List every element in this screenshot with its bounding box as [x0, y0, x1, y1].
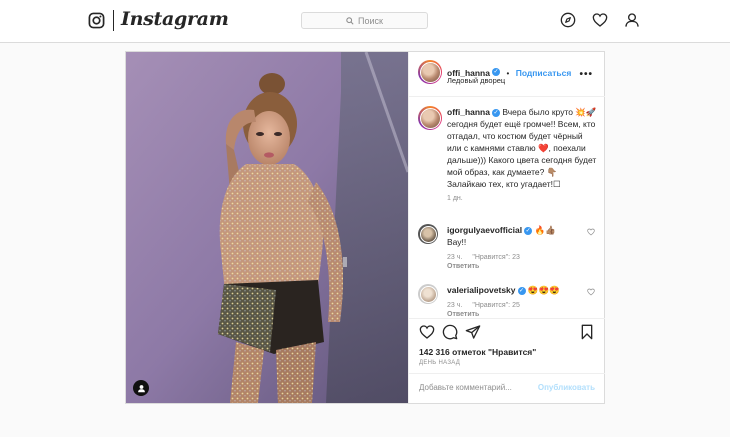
comment-time: 23 ч. — [447, 302, 463, 309]
reply-button[interactable]: Ответить — [447, 263, 587, 270]
comment-text: 🔥👍🏽 — [534, 225, 556, 235]
user-tag-icon[interactable] — [133, 380, 149, 396]
share-paper-plane-icon[interactable] — [465, 324, 481, 340]
post-location[interactable]: Ледовый дворец — [447, 76, 505, 85]
caption-username[interactable]: offi_hanna — [447, 107, 490, 117]
post-sidebar: offi_hanna ✓ • Подписаться Ледовый дворец… — [408, 52, 605, 403]
explore-compass-icon[interactable] — [560, 12, 576, 28]
post-date: ДЕНЬ НАЗАД — [419, 360, 461, 366]
post-header: offi_hanna ✓ • Подписаться Ледовый дворец… — [409, 52, 605, 97]
post-photo-image — [126, 52, 408, 403]
save-bookmark-icon[interactable] — [579, 324, 595, 340]
add-comment-bar: Опубликовать — [409, 373, 605, 403]
caption-text: Вчера было круто 💥🚀 сегодня будет ещё гр… — [447, 107, 597, 189]
activity-heart-icon[interactable] — [592, 12, 608, 28]
comment-bubble-icon[interactable] — [442, 324, 458, 340]
comment-likes[interactable]: "Нравится": 23 — [472, 254, 520, 261]
instagram-wordmark[interactable]: Instagram — [121, 8, 229, 30]
caption-time: 1 дн. — [447, 195, 463, 202]
likes-count[interactable]: 142 316 отметок "Нравится" — [419, 347, 536, 357]
verified-badge-icon: ✓ — [491, 67, 500, 76]
search-box[interactable]: Поиск — [301, 12, 428, 29]
more-options-icon[interactable]: ••• — [579, 69, 593, 80]
post-card: offi_hanna ✓ • Подписаться Ледовый дворец… — [125, 51, 605, 404]
publish-button[interactable]: Опубликовать — [538, 383, 595, 392]
post-photo[interactable] — [126, 52, 408, 403]
comment-text: 😍😍😍 — [527, 285, 560, 295]
comment-item: igorgulyaevofficial ✓ 🔥👍🏽 Вау!! 23 ч. "Нрав… — [447, 224, 587, 270]
author-avatar[interactable] — [418, 60, 442, 84]
comment-likes[interactable]: "Нравится": 25 — [472, 302, 520, 309]
verified-badge-icon: ✓ — [524, 226, 533, 235]
comment-avatar[interactable] — [418, 284, 438, 304]
logo-divider — [113, 10, 114, 31]
instagram-logo-icon[interactable] — [88, 12, 105, 29]
comment-like-heart-icon[interactable] — [587, 288, 595, 296]
comment-like-heart-icon[interactable] — [587, 228, 595, 236]
caption: offi_hanna ✓ Вчера было круто 💥🚀 сегодня … — [447, 106, 597, 202]
caption-avatar[interactable] — [418, 106, 442, 130]
comment-username[interactable]: igorgulyaevofficial — [447, 225, 522, 235]
comment-text-line2: Вау!! — [447, 237, 467, 247]
verified-badge-icon: ✓ — [517, 286, 526, 295]
comment-item: valerialipovetsky ✓ 😍😍😍 23 ч. "Нравится": … — [447, 284, 587, 318]
profile-icon[interactable] — [624, 12, 640, 28]
comment-time: 23 ч. — [447, 254, 463, 261]
verified-badge-icon: ✓ — [491, 108, 500, 117]
search-icon — [346, 16, 354, 25]
follow-button[interactable]: Подписаться — [516, 68, 572, 78]
dot-separator: • — [506, 69, 510, 78]
search-placeholder: Поиск — [358, 15, 383, 26]
like-heart-icon[interactable] — [419, 324, 435, 340]
comment-username[interactable]: valerialipovetsky — [447, 285, 516, 295]
post-actions: 142 316 отметок "Нравится" ДЕНЬ НАЗАД — [409, 318, 605, 373]
comment-avatar[interactable] — [418, 224, 438, 244]
reply-button[interactable]: Ответить — [447, 311, 587, 318]
top-navigation: Instagram Поиск — [0, 0, 730, 43]
comment-input[interactable] — [419, 383, 539, 392]
